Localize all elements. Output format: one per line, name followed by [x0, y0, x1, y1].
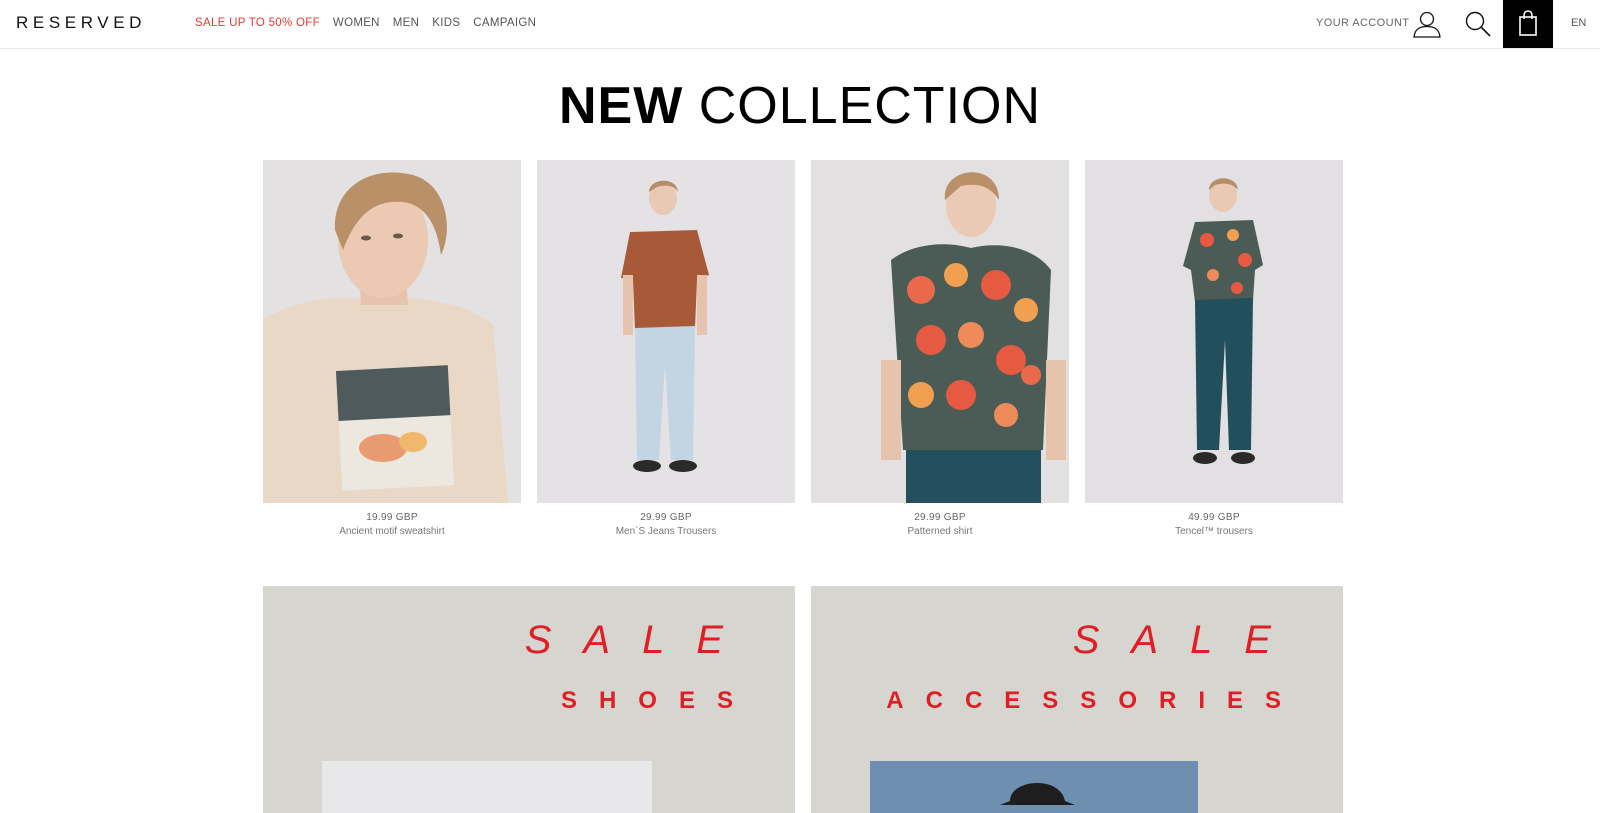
banner-photo [870, 761, 1198, 813]
nav-item-women[interactable]: WOMEN [333, 17, 380, 29]
product-image[interactable] [811, 160, 1069, 503]
product-name[interactable]: Tencel™ trousers [1085, 526, 1343, 537]
banner-photo [322, 761, 652, 813]
product-name[interactable]: Ancient motif sweatshirt [263, 526, 521, 537]
product-price: 29.99 GBP [914, 512, 966, 523]
product-card[interactable]: 29.99 GBP Patterned shirt [811, 160, 1069, 537]
nav-item-kids[interactable]: KIDS [432, 17, 460, 29]
product-card[interactable]: 19.99 GBP Ancient motif sweatshirt [263, 160, 521, 537]
banner-category-text: SHOES [560, 687, 755, 714]
nav-item-sale[interactable]: SALE UP TO 50% OFF [195, 17, 320, 29]
product-price: 29.99 GBP [640, 512, 692, 523]
product-card[interactable]: 29.99 GBP Men`S Jeans Trousers [537, 160, 795, 537]
page-title: NEW COLLECTION [0, 76, 1600, 136]
banner-category-text: ACCESSORIES [886, 687, 1303, 714]
banner-sale-text: SALE [524, 618, 755, 662]
product-price: 49.99 GBP [1188, 512, 1240, 523]
brand-logo[interactable]: RESERVED [16, 13, 146, 33]
main-nav: SALE UP TO 50% OFF WOMEN MEN KIDS CAMPAI… [195, 17, 536, 29]
nav-item-men[interactable]: MEN [393, 17, 419, 29]
language-switch[interactable]: EN [1571, 17, 1586, 29]
site-header: RESERVED SALE UP TO 50% OFF WOMEN MEN KI… [0, 0, 1600, 49]
page-title-thin: COLLECTION [698, 77, 1042, 135]
bag-icon [1519, 10, 1537, 36]
account-link[interactable]: YOUR ACCOUNT [1316, 17, 1409, 29]
product-name[interactable]: Patterned shirt [811, 526, 1069, 537]
product-image[interactable] [537, 160, 795, 503]
search-icon[interactable] [1464, 10, 1492, 38]
product-image[interactable] [263, 160, 521, 503]
product-price: 19.99 GBP [366, 512, 418, 523]
user-icon[interactable] [1412, 9, 1442, 39]
page-title-bold: NEW [558, 77, 684, 135]
product-name[interactable]: Men`S Jeans Trousers [537, 526, 795, 537]
nav-item-campaign[interactable]: CAMPAIGN [473, 17, 536, 29]
cart-button[interactable] [1503, 0, 1553, 48]
product-card[interactable]: 49.99 GBP Tencel™ trousers [1085, 160, 1343, 537]
banner-sale-text: SALE [1072, 618, 1303, 662]
sale-banner-shoes[interactable]: SALE SHOES [263, 586, 795, 813]
sale-banner-accessories[interactable]: SALE ACCESSORIES [811, 586, 1343, 813]
product-image[interactable] [1085, 160, 1343, 503]
